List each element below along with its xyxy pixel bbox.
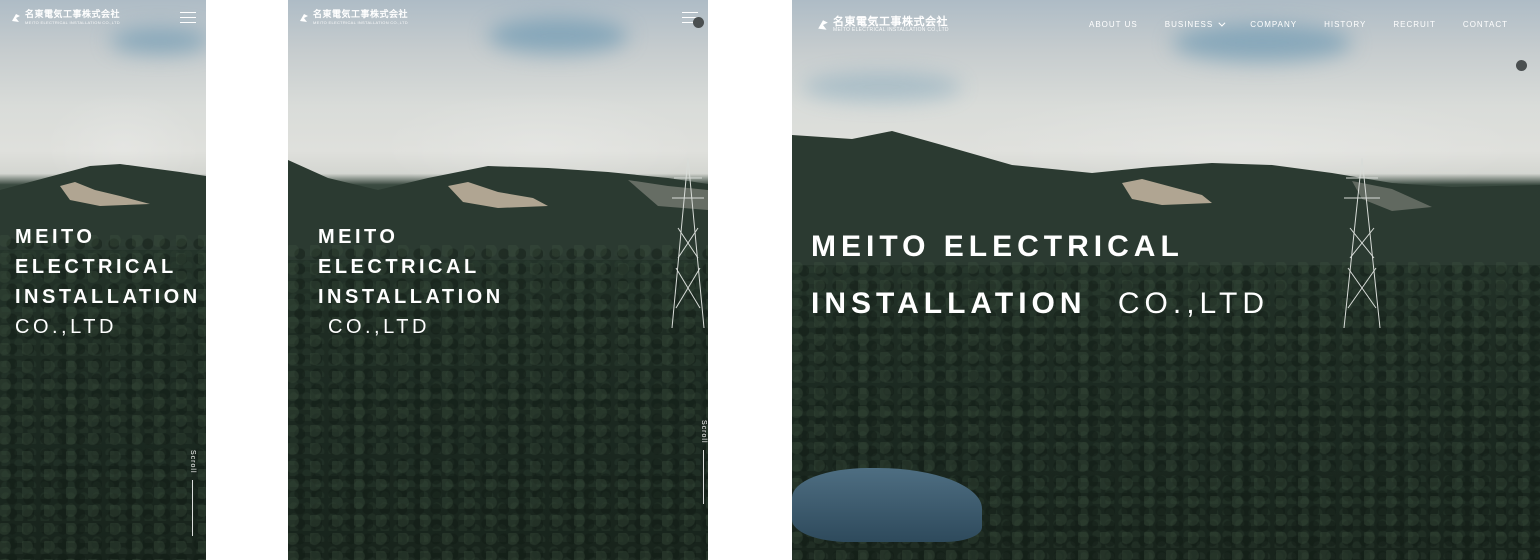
- brand-name-jp: 名東電気工事株式会社: [313, 10, 409, 20]
- headline-line: INSTALLATION: [15, 286, 201, 308]
- hamburger-menu-icon[interactable]: [180, 12, 196, 24]
- nav-item-history[interactable]: HISTORY: [1324, 20, 1366, 29]
- headline-light: CO.,LTD: [1117, 287, 1269, 320]
- brand-logo[interactable]: 名東電気工事株式会社 MEITO ELECTRICAL INSTALLATION…: [817, 16, 949, 33]
- scroll-line: [192, 479, 193, 536]
- scroll-indicator[interactable]: Scroll: [700, 420, 707, 504]
- sky-cloud-gap: [1172, 24, 1352, 62]
- scroll-line: [703, 449, 704, 504]
- brand-name-en: MEITO ELECTRICAL INSTALLATION CO.,LTD: [25, 20, 120, 25]
- headline-line: ELECTRICAL: [15, 256, 177, 278]
- meito-logo-mark-icon: [818, 19, 828, 30]
- scroll-indicator[interactable]: Scroll: [189, 450, 196, 536]
- power-pylon: [671, 158, 705, 328]
- headline-line: MEITO: [318, 226, 399, 248]
- nav-item-contact[interactable]: CONTACT: [1463, 20, 1508, 29]
- hero-headline: MEITO ELECTRICAL INSTALLATION CO.,LTD: [811, 218, 1269, 332]
- sky-cloud-gap: [802, 72, 962, 102]
- power-pylon: [1343, 158, 1381, 328]
- chevron-down-icon: [1218, 19, 1226, 27]
- hero-mobile-view: 名東電気工事株式会社 MEITO ELECTRICAL INSTALLATION…: [0, 0, 206, 560]
- nav-item-business[interactable]: BUSINESS: [1165, 19, 1226, 29]
- headline-line: INSTALLATION CO.,LTD: [811, 275, 1269, 332]
- brand-logo[interactable]: 名東電気工事株式会社 MEITO ELECTRICAL INSTALLATION…: [299, 11, 408, 25]
- scroll-label: Scroll: [700, 420, 707, 444]
- meito-logo-mark-icon: [12, 14, 20, 22]
- nav-item-recruit[interactable]: RECRUIT: [1393, 20, 1436, 29]
- nav-item-about-us[interactable]: ABOUT US: [1089, 20, 1138, 29]
- nav-item-company[interactable]: COMPANY: [1250, 20, 1297, 29]
- scroll-label: Scroll: [189, 450, 196, 474]
- hero-tablet-view: 名東電気工事株式会社 MEITO ELECTRICAL INSTALLATION…: [288, 0, 708, 560]
- brand-name-jp: 名東電気工事株式会社: [833, 15, 948, 28]
- sky-cloud-gap: [110, 28, 206, 54]
- meito-logo-mark-icon: [300, 14, 308, 22]
- brand-name-jp: 名東電気工事株式会社: [25, 10, 121, 20]
- main-nav: ABOUT US BUSINESS COMPANY HISTORY RECRUI…: [1089, 19, 1508, 29]
- brand-name-en: MEITO ELECTRICAL INSTALLATION CO.,LTD: [313, 20, 408, 25]
- headline-line: MEITO ELECTRICAL: [811, 230, 1184, 263]
- brand-name-en: MEITO ELECTRICAL INSTALLATION CO.,LTD: [833, 27, 949, 33]
- headline-line: CO.,LTD: [15, 316, 117, 338]
- headline-line: MEITO: [15, 226, 96, 248]
- sky-cloud-gap: [488, 18, 628, 54]
- brand-logo[interactable]: 名東電気工事株式会社 MEITO ELECTRICAL INSTALLATION…: [11, 11, 120, 25]
- headline-line: CO.,LTD: [328, 316, 430, 338]
- cursor-dot: [693, 17, 704, 28]
- hero-headline: MEITO ELECTRICAL INSTALLATION CO.,LTD: [318, 222, 504, 342]
- headline-line: INSTALLATION: [318, 286, 504, 308]
- headline-bold: INSTALLATION: [811, 287, 1087, 320]
- hero-desktop-view: 名東電気工事株式会社 MEITO ELECTRICAL INSTALLATION…: [792, 0, 1540, 560]
- hero-headline: MEITO ELECTRICAL INSTALLATION CO.,LTD: [15, 222, 201, 342]
- headline-line: ELECTRICAL: [318, 256, 480, 278]
- cursor-dot: [1516, 60, 1527, 71]
